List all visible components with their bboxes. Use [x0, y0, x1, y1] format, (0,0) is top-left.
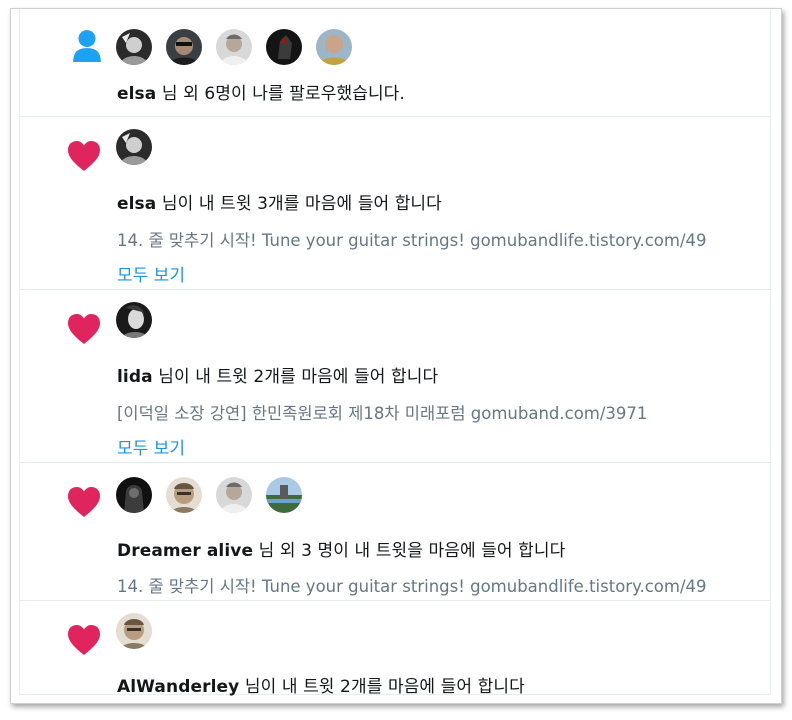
- avatar[interactable]: [116, 613, 152, 649]
- notification-like[interactable]: AlWanderley 님이 내 트윗 2개를 마음에 들어 합니다: [20, 601, 770, 697]
- notification-follow[interactable]: elsa 님 외 6명이 나를 팔로우했습니다.: [20, 9, 770, 117]
- heart-icon: [68, 487, 100, 517]
- notification-text: elsa 님 외 6명이 나를 팔로우했습니다.: [117, 79, 405, 104]
- notification-message: 님이 내 트윗 2개를 마음에 들어 합니다: [244, 677, 525, 697]
- notification-message: 님 외 6명이 나를 팔로우했습니다.: [161, 84, 405, 104]
- notification-message: 님이 내 트윗 2개를 마음에 들어 합니다: [158, 367, 439, 387]
- avatar-row: [116, 29, 352, 65]
- notification-text: lida 님이 내 트윗 2개를 마음에 들어 합니다: [117, 362, 438, 387]
- notification-message: 님 외 3 명이 내 트윗을 마음에 들어 합니다: [258, 541, 566, 561]
- tweet-preview[interactable]: 14. 줄 맞추기 시작! Tune your guitar strings! …: [117, 573, 707, 597]
- notification-like[interactable]: Dreamer alive 님 외 3 명이 내 트윗을 마음에 들어 합니다 …: [20, 463, 770, 601]
- heart-icon: [68, 314, 100, 344]
- avatar-row: [116, 302, 152, 338]
- tweet-preview[interactable]: [이덕일 소장 강연] 한민족원로회 제18차 미래포럼 gomuband.co…: [117, 400, 647, 424]
- user-name[interactable]: AlWanderley: [117, 677, 239, 697]
- avatar[interactable]: [116, 129, 152, 165]
- avatar[interactable]: [266, 477, 302, 513]
- heart-icon: [68, 141, 100, 171]
- avatar[interactable]: [266, 29, 302, 65]
- avatar[interactable]: [116, 302, 152, 338]
- user-name[interactable]: elsa: [117, 194, 156, 214]
- notification-message: 님이 내 트윗 3개를 마음에 들어 합니다: [161, 194, 442, 214]
- notification-text: AlWanderley 님이 내 트윗 2개를 마음에 들어 합니다: [117, 672, 525, 697]
- avatar[interactable]: [316, 29, 352, 65]
- notification-like[interactable]: elsa 님이 내 트윗 3개를 마음에 들어 합니다 14. 줄 맞추기 시작…: [20, 117, 770, 290]
- avatar[interactable]: [216, 477, 252, 513]
- avatar[interactable]: [116, 29, 152, 65]
- avatar[interactable]: [216, 29, 252, 65]
- heart-icon: [68, 625, 100, 655]
- user-name[interactable]: Dreamer alive: [117, 541, 253, 561]
- show-all-link[interactable]: 모두 보기: [117, 434, 185, 459]
- avatar-row: [116, 613, 152, 649]
- notifications-list: elsa 님 외 6명이 나를 팔로우했습니다. elsa 님이 내 트윗 3개…: [19, 9, 771, 697]
- notification-like[interactable]: lida 님이 내 트윗 2개를 마음에 들어 합니다 [이덕일 소장 강연] …: [20, 290, 770, 463]
- user-name[interactable]: lida: [117, 367, 153, 387]
- tweet-preview[interactable]: 14. 줄 맞추기 시작! Tune your guitar strings! …: [117, 227, 707, 251]
- avatar[interactable]: [166, 477, 202, 513]
- user-name[interactable]: elsa: [117, 84, 156, 104]
- avatar-row: [116, 129, 152, 165]
- notification-text: Dreamer alive 님 외 3 명이 내 트윗을 마음에 들어 합니다: [117, 536, 565, 561]
- notification-text: elsa 님이 내 트윗 3개를 마음에 들어 합니다: [117, 189, 442, 214]
- notifications-window: elsa 님 외 6명이 나를 팔로우했습니다. elsa 님이 내 트윗 3개…: [10, 8, 782, 704]
- avatar-row: [116, 477, 302, 513]
- show-all-link[interactable]: 모두 보기: [117, 261, 185, 286]
- person-icon: [73, 30, 101, 62]
- avatar[interactable]: [116, 477, 152, 513]
- avatar[interactable]: [166, 29, 202, 65]
